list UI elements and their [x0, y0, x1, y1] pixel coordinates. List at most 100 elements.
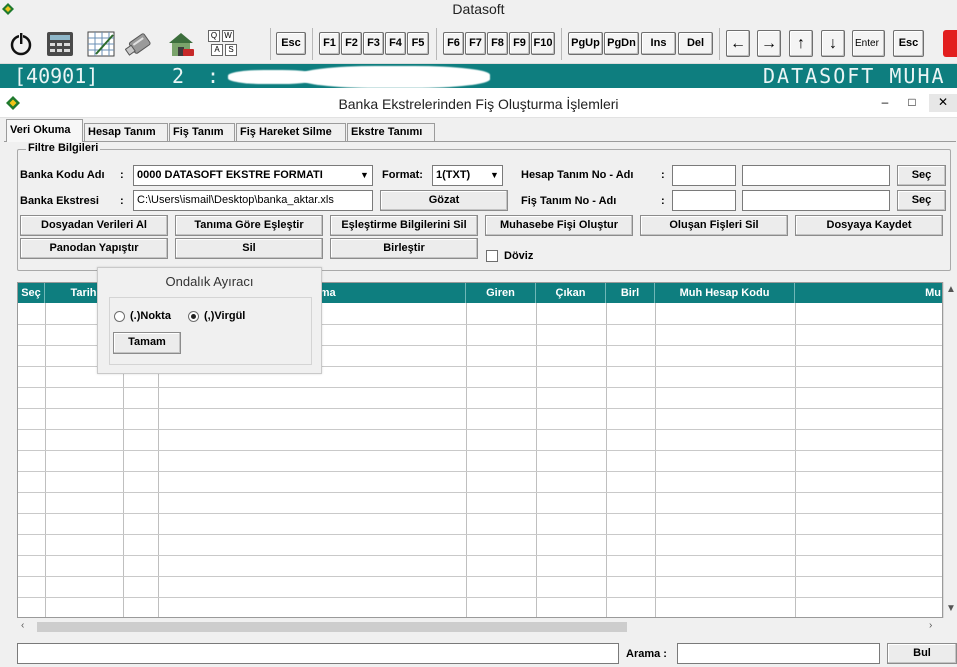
hesap-tanim-adi-input[interactable] [742, 165, 890, 186]
keyboard-icon[interactable]: Q W A S [205, 29, 237, 59]
fis-tanim-colon: : [661, 195, 665, 207]
column-cikan[interactable]: Çıkan [536, 283, 606, 303]
scroll-down-icon[interactable]: ▼ [946, 603, 956, 614]
status-number: 2 [172, 64, 185, 88]
grid-row-divider [18, 555, 942, 556]
find-button[interactable]: Bul [887, 643, 957, 664]
scroll-up-icon[interactable]: ▲ [946, 284, 956, 295]
bank-code-select[interactable]: 0000 DATASOFT EKSTRE FORMATI ▼ [133, 165, 373, 186]
fis-tanim-label: Fiş Tanım No - Adı [521, 195, 617, 207]
tab-fis-tanim[interactable]: Fiş Tanım [169, 123, 235, 141]
chevron-down-icon[interactable]: ▼ [486, 166, 502, 185]
vertical-scrollbar[interactable]: ▲ ▼ [943, 282, 957, 618]
format-value: 1(TXT) [436, 169, 471, 181]
calculator-icon[interactable] [45, 29, 75, 59]
tab-fis-hareket-silme[interactable]: Fiş Hareket Silme [236, 123, 346, 141]
f4-button[interactable]: F4 [385, 32, 406, 55]
banka-ekstresi-label: Banka Ekstresi [20, 195, 99, 207]
eslestirme-bilgilerini-sil-button[interactable]: Eşleştirme Bilgilerini Sil [330, 215, 478, 236]
sil-button[interactable]: Sil [175, 238, 323, 259]
window-title: Banka Ekstrelerinden Fiş Oluşturma İşlem… [338, 96, 619, 112]
enter-button[interactable]: Enter [852, 30, 885, 57]
fis-sec-button[interactable]: Seç [897, 190, 946, 211]
bank-code-value: 0000 DATASOFT EKSTRE FORMATI [137, 169, 323, 181]
birlestir-button[interactable]: Birleştir [330, 238, 478, 259]
f2-button[interactable]: F2 [341, 32, 362, 55]
maximize-button[interactable]: □ [901, 94, 923, 112]
esc-button-right[interactable]: Esc [893, 30, 924, 57]
tab-ekstre-tanimi[interactable]: Ekstre Tanımı [347, 123, 435, 141]
del-button[interactable]: Del [678, 32, 713, 55]
dosyadan-verileri-al-button[interactable]: Dosyadan Verileri Al [20, 215, 168, 236]
f6-button[interactable]: F6 [443, 32, 464, 55]
footer-status-field[interactable] [17, 643, 619, 664]
arrow-right-button[interactable]: → [757, 30, 781, 57]
column-mu[interactable]: Mu [795, 283, 942, 303]
column-muh-hesap-kodu[interactable]: Muh Hesap Kodu [655, 283, 795, 303]
column-sec[interactable]: Seç [18, 283, 45, 303]
hesap-sec-button[interactable]: Seç [897, 165, 946, 186]
spreadsheet-icon[interactable] [86, 29, 116, 59]
scroll-left-icon[interactable]: ‹ [21, 620, 24, 631]
format-select[interactable]: 1(TXT) ▼ [432, 165, 503, 186]
pgup-button[interactable]: PgUp [568, 32, 603, 55]
arrow-down-button[interactable]: ↓ [821, 30, 845, 57]
scroll-right-icon[interactable]: › [929, 620, 932, 631]
dosyaya-kaydet-button[interactable]: Dosyaya Kaydet [795, 215, 943, 236]
tanima-gore-eslestir-button[interactable]: Tanıma Göre Eşleştir [175, 215, 323, 236]
pgdn-button[interactable]: PgDn [604, 32, 639, 55]
f1-button[interactable]: F1 [319, 32, 340, 55]
grid-row-divider [18, 408, 942, 409]
column-birl[interactable]: Birl [606, 283, 655, 303]
ins-button[interactable]: Ins [641, 32, 676, 55]
house-icon[interactable] [166, 29, 196, 59]
gozat-button[interactable]: Gözat [380, 190, 508, 211]
power-icon[interactable] [6, 29, 36, 59]
grid-row-divider [18, 492, 942, 493]
f7-button[interactable]: F7 [465, 32, 486, 55]
usb-drive-icon[interactable] [125, 29, 155, 59]
search-input[interactable] [677, 643, 880, 664]
f9-button[interactable]: F9 [509, 32, 530, 55]
grid-column-divider [795, 303, 796, 617]
decimal-separator-popup: Ondalık Ayıracı (.)Nokta (,)Virgül Tamam [97, 267, 322, 374]
fis-tanim-adi-input[interactable] [742, 190, 890, 211]
column-giren[interactable]: Giren [466, 283, 536, 303]
scroll-thumb[interactable] [37, 622, 627, 632]
f5-button[interactable]: F5 [407, 32, 429, 55]
f10-button[interactable]: F10 [531, 32, 555, 55]
hesap-tanim-no-input[interactable] [672, 165, 736, 186]
grid-row-divider [18, 576, 942, 577]
close-button[interactable]: ✕ [929, 94, 957, 112]
radio-nokta-label: (.)Nokta [130, 310, 171, 322]
grid-row-divider [18, 513, 942, 514]
arrow-left-button[interactable]: ← [726, 30, 750, 57]
chevron-down-icon[interactable]: ▼ [356, 166, 372, 185]
grid-column-divider [466, 303, 467, 617]
horizontal-scrollbar[interactable]: ‹ › [17, 618, 957, 635]
panodan-yapistir-button[interactable]: Panodan Yapıştır [20, 238, 168, 259]
redaction-mark [300, 66, 490, 88]
popup-title: Ondalık Ayıracı [165, 274, 254, 289]
f8-button[interactable]: F8 [487, 32, 508, 55]
doviz-checkbox[interactable] [486, 250, 498, 262]
arrow-up-button[interactable]: ↑ [789, 30, 813, 57]
key-w: W [222, 30, 234, 42]
exit-red-button[interactable] [943, 30, 957, 57]
radio-nokta[interactable] [114, 311, 125, 322]
key-s: S [225, 44, 237, 56]
minimize-button[interactable]: – [874, 94, 896, 112]
radio-virgul[interactable] [188, 311, 199, 322]
banka-ekstresi-path-input[interactable]: C:\Users\ismail\Desktop\banka_aktar.xls [133, 190, 373, 211]
enter-label: Enter [855, 37, 879, 49]
f3-button[interactable]: F3 [363, 32, 384, 55]
tamam-button[interactable]: Tamam [113, 332, 181, 354]
grid-row-divider [18, 534, 942, 535]
olusan-fisleri-sil-button[interactable]: Oluşan Fişleri Sil [640, 215, 788, 236]
hesap-tanim-label: Hesap Tanım No - Adı [521, 169, 634, 181]
muhasebe-fisi-olustur-button[interactable]: Muhasebe Fişi Oluştur [485, 215, 633, 236]
esc-button[interactable]: Esc [276, 32, 306, 55]
tab-hesap-tanim[interactable]: Hesap Tanım [84, 123, 168, 141]
tab-veri-okuma[interactable]: Veri Okuma [6, 119, 83, 142]
fis-tanim-no-input[interactable] [672, 190, 736, 211]
